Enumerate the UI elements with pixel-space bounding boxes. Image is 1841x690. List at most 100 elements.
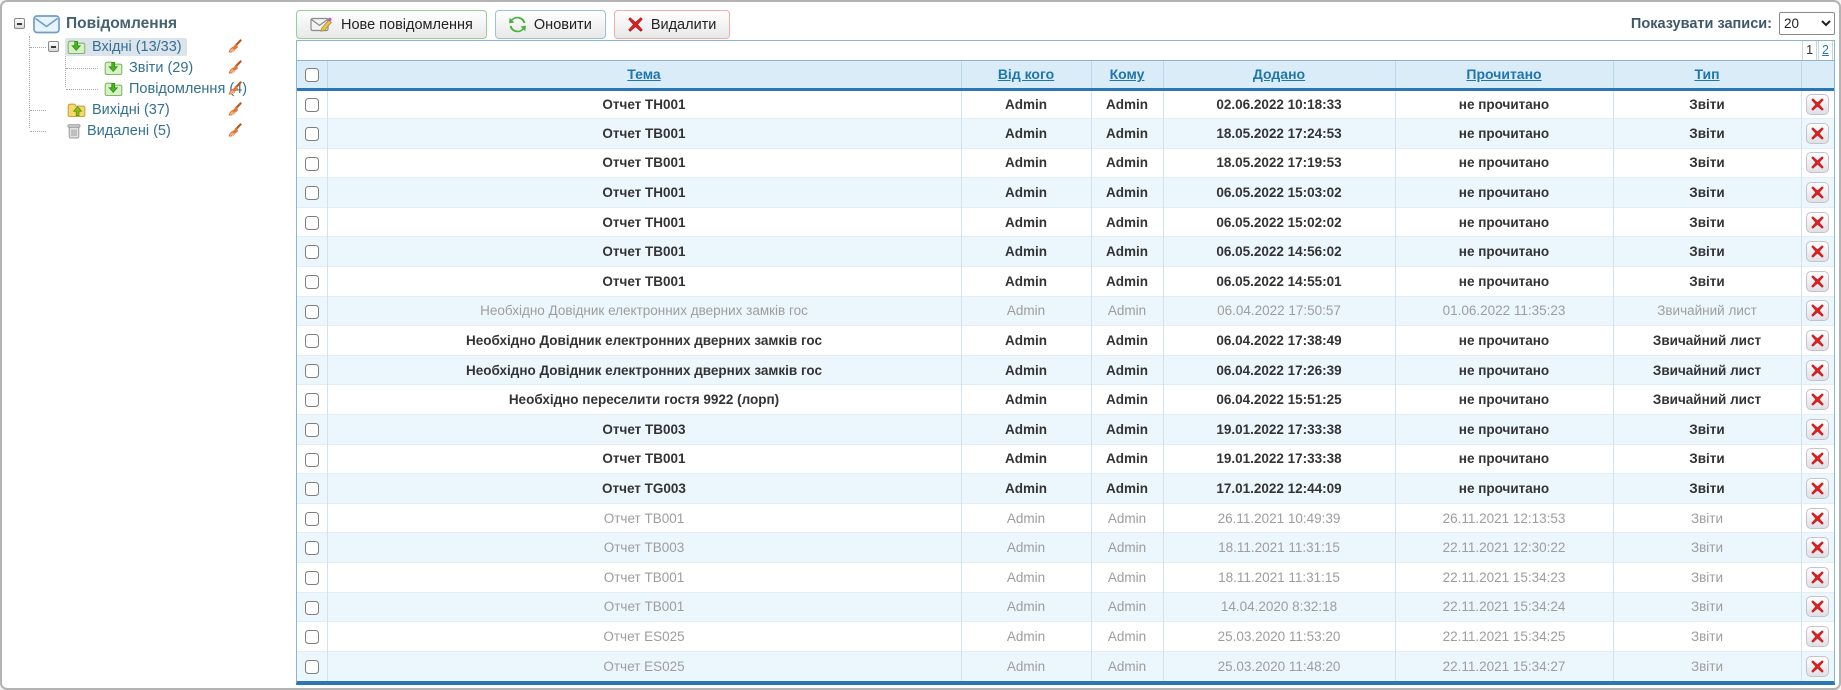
table-row[interactable]: Отчет TB001 Admin Admin 18.05.2022 17:24… <box>297 119 1834 149</box>
inbox-folder-icon <box>67 39 86 55</box>
sidebar-folder-item[interactable]: Видалені (5) <box>12 120 256 141</box>
clear-folder-broom-icon[interactable] <box>226 102 242 118</box>
table-row[interactable]: Отчет ES025 Admin Admin 25.03.2020 11:53… <box>297 622 1834 652</box>
row-delete-button[interactable] <box>1806 537 1829 558</box>
table-row[interactable]: Отчет ES025 Admin Admin 25.03.2020 11:48… <box>297 651 1834 681</box>
table-row[interactable]: Необхідно Довідник електронних дверних з… <box>297 296 1834 326</box>
row-delete-button[interactable] <box>1806 123 1829 144</box>
row-checkbox[interactable] <box>305 305 319 319</box>
table-row[interactable]: Отчет TB001 Admin Admin 19.01.2022 17:33… <box>297 444 1834 474</box>
row-delete-button[interactable] <box>1806 508 1829 529</box>
table-row[interactable]: Отчет TH001 Admin Admin 06.05.2022 15:03… <box>297 178 1834 208</box>
row-delete-button[interactable] <box>1806 212 1829 233</box>
row-checkbox[interactable] <box>305 186 319 200</box>
clear-folder-broom-icon[interactable] <box>226 60 242 76</box>
row-checkbox[interactable] <box>305 127 319 141</box>
clear-folder-broom-icon[interactable] <box>226 39 242 55</box>
row-checkbox[interactable] <box>305 453 319 467</box>
row-delete-button[interactable] <box>1806 626 1829 647</box>
table-row[interactable]: Необхідно Довідник електронних дверних з… <box>297 355 1834 385</box>
column-header-link[interactable]: Кому <box>1110 66 1145 82</box>
row-checkbox[interactable] <box>305 216 319 230</box>
row-checkbox[interactable] <box>305 245 319 259</box>
table-row[interactable]: Отчет TB001 Admin Admin 06.05.2022 14:56… <box>297 237 1834 267</box>
row-delete-button[interactable] <box>1806 478 1829 499</box>
page-link-1[interactable]: 1 <box>1802 41 1817 60</box>
column-header-link[interactable]: Від кого <box>998 66 1054 82</box>
row-delete-button[interactable] <box>1806 94 1829 115</box>
row-delete-button[interactable] <box>1806 330 1829 351</box>
type-cell: Звіти <box>1613 651 1801 681</box>
to-cell: Admin <box>1091 651 1163 681</box>
clear-folder-broom-icon[interactable] <box>226 123 242 139</box>
table-row[interactable]: Отчет TB001 Admin Admin 06.05.2022 14:55… <box>297 267 1834 297</box>
to-cell: Admin <box>1091 533 1163 563</box>
table-row[interactable]: Необхідно переселити гостя 9922 (лорп) A… <box>297 385 1834 415</box>
sidebar-folder-item[interactable]: Вихідні (37) <box>12 99 256 120</box>
row-delete-button[interactable] <box>1806 182 1829 203</box>
sidebar-folder-item[interactable]: Вхідні (13/33) <box>12 36 256 57</box>
row-delete-button[interactable] <box>1806 419 1829 440</box>
table-row[interactable]: Отчет TB001 Admin Admin 26.11.2021 10:49… <box>297 503 1834 533</box>
to-cell: Admin <box>1091 207 1163 237</box>
row-checkbox[interactable] <box>305 334 319 348</box>
row-delete-button[interactable] <box>1806 389 1829 410</box>
sidebar-folder-item[interactable]: Повідомлення (4) <box>12 78 256 99</box>
table-row[interactable]: Отчет TB001 Admin Admin 18.05.2022 17:19… <box>297 148 1834 178</box>
row-delete-button[interactable] <box>1806 241 1829 262</box>
column-header-cell: Тема <box>327 61 961 89</box>
to-cell: Admin <box>1091 119 1163 149</box>
column-header-link[interactable]: Прочитано <box>1466 66 1541 82</box>
row-delete-button[interactable] <box>1806 300 1829 321</box>
sidebar-folder-item[interactable]: Звіти (29) <box>12 57 256 78</box>
table-row[interactable]: Отчет TH001 Admin Admin 02.06.2022 10:18… <box>297 89 1834 119</box>
row-checkbox[interactable] <box>305 157 319 171</box>
page-link-2[interactable]: 2 <box>1818 41 1833 60</box>
row-checkbox[interactable] <box>305 482 319 496</box>
table-row[interactable]: Отчет TB003 Admin Admin 18.11.2021 11:31… <box>297 533 1834 563</box>
column-header-link[interactable]: Додано <box>1253 66 1305 82</box>
clear-folder-broom-icon[interactable] <box>226 81 242 97</box>
row-delete-button[interactable] <box>1806 152 1829 173</box>
column-header-link[interactable]: Тип <box>1694 66 1719 82</box>
row-delete-cell <box>1801 119 1834 149</box>
row-checkbox[interactable] <box>305 660 319 674</box>
row-checkbox[interactable] <box>305 512 319 526</box>
refresh-button[interactable]: Оновити <box>495 10 606 39</box>
table-row[interactable]: Отчет TB001 Admin Admin 18.11.2021 11:31… <box>297 563 1834 593</box>
select-all-checkbox[interactable] <box>305 68 319 82</box>
row-checkbox[interactable] <box>305 601 319 615</box>
row-delete-button[interactable] <box>1806 360 1829 381</box>
records-select[interactable]: 20 <box>1779 12 1835 35</box>
row-delete-button[interactable] <box>1806 656 1829 677</box>
row-delete-button[interactable] <box>1806 596 1829 617</box>
row-delete-button[interactable] <box>1806 567 1829 588</box>
type-cell: Звичайний лист <box>1613 296 1801 326</box>
from-cell: Admin <box>961 178 1091 208</box>
collapse-expander-icon[interactable] <box>14 18 25 29</box>
row-delete-button[interactable] <box>1806 271 1829 292</box>
row-checkbox[interactable] <box>305 630 319 644</box>
type-cell: Звіти <box>1613 444 1801 474</box>
new-message-button[interactable]: Нове повідомлення <box>296 10 487 39</box>
delete-button[interactable]: Видалити <box>614 10 731 39</box>
from-cell: Admin <box>961 592 1091 622</box>
row-checkbox[interactable] <box>305 423 319 437</box>
collapse-expander-icon[interactable] <box>48 41 59 52</box>
read-status-cell: 22.11.2021 15:34:27 <box>1395 651 1613 681</box>
table-row[interactable]: Отчет TH001 Admin Admin 06.05.2022 15:02… <box>297 207 1834 237</box>
table-row[interactable]: Отчет TB003 Admin Admin 19.01.2022 17:33… <box>297 415 1834 445</box>
table-row[interactable]: Отчет TG003 Admin Admin 17.01.2022 12:44… <box>297 474 1834 504</box>
subject-cell: Отчет TB001 <box>327 503 961 533</box>
row-checkbox[interactable] <box>305 364 319 378</box>
row-delete-button[interactable] <box>1806 448 1829 469</box>
row-checkbox[interactable] <box>305 275 319 289</box>
row-checkbox[interactable] <box>305 393 319 407</box>
row-checkbox[interactable] <box>305 541 319 555</box>
table-row[interactable]: Необхідно Довідник електронних дверних з… <box>297 326 1834 356</box>
table-row[interactable]: Отчет TB001 Admin Admin 14.04.2020 8:32:… <box>297 592 1834 622</box>
tree-root-messages[interactable]: Повідомлення <box>12 12 256 35</box>
column-header-link[interactable]: Тема <box>627 66 660 82</box>
row-checkbox[interactable] <box>305 98 319 112</box>
row-checkbox[interactable] <box>305 571 319 585</box>
